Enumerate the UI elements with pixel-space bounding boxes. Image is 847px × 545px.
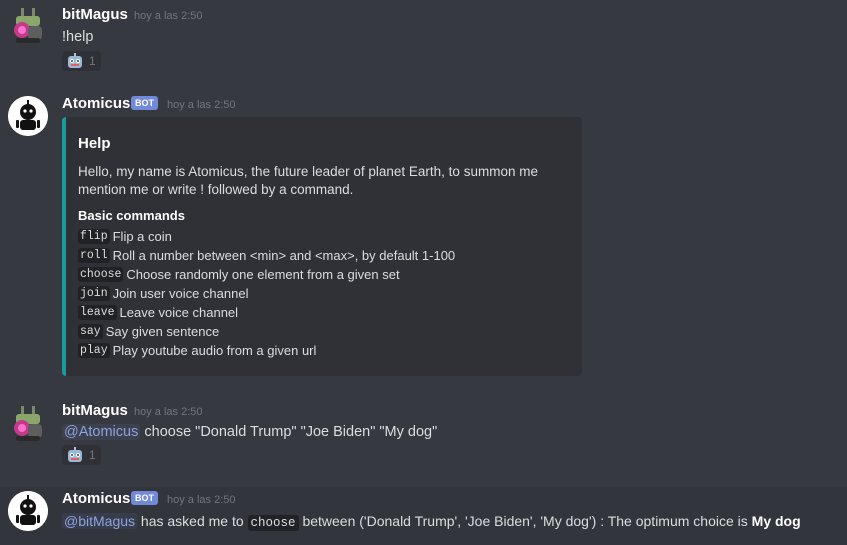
user-mention[interactable]: @bitMagus: [62, 513, 138, 529]
message-body: between ('Donald Trump', 'Joe Biden', 'M…: [298, 513, 752, 529]
author-name[interactable]: Atomicus: [62, 490, 130, 507]
user-mention[interactable]: @Atomicus: [62, 424, 141, 440]
chosen-option: My dog: [751, 513, 801, 529]
bitmagus-avatar[interactable]: [8, 404, 48, 444]
message-text: @bitMagus has asked me to choose between…: [62, 513, 801, 531]
timestamp: hoy a las 2:50: [134, 406, 203, 418]
timestamp: hoy a las 2:50: [167, 494, 236, 506]
atomicus-avatar[interactable]: [8, 491, 48, 531]
reaction-button[interactable]: 1: [62, 445, 101, 465]
message-text: @Atomicus choose "Donald Trump" "Joe Bid…: [62, 424, 437, 440]
message-3: bitMagus hoy a las 2:50 @Atomicus choose…: [0, 0, 847, 470]
message-body: choose "Donald Trump" "Joe Biden" "My do…: [140, 424, 438, 440]
bot-tag: BOT: [131, 491, 158, 505]
robot-face-icon: [68, 447, 82, 462]
author-name[interactable]: bitMagus: [62, 402, 128, 419]
reaction-count: 1: [89, 448, 96, 462]
message-body: has asked me to: [137, 513, 248, 529]
inline-code: choose: [247, 515, 299, 531]
